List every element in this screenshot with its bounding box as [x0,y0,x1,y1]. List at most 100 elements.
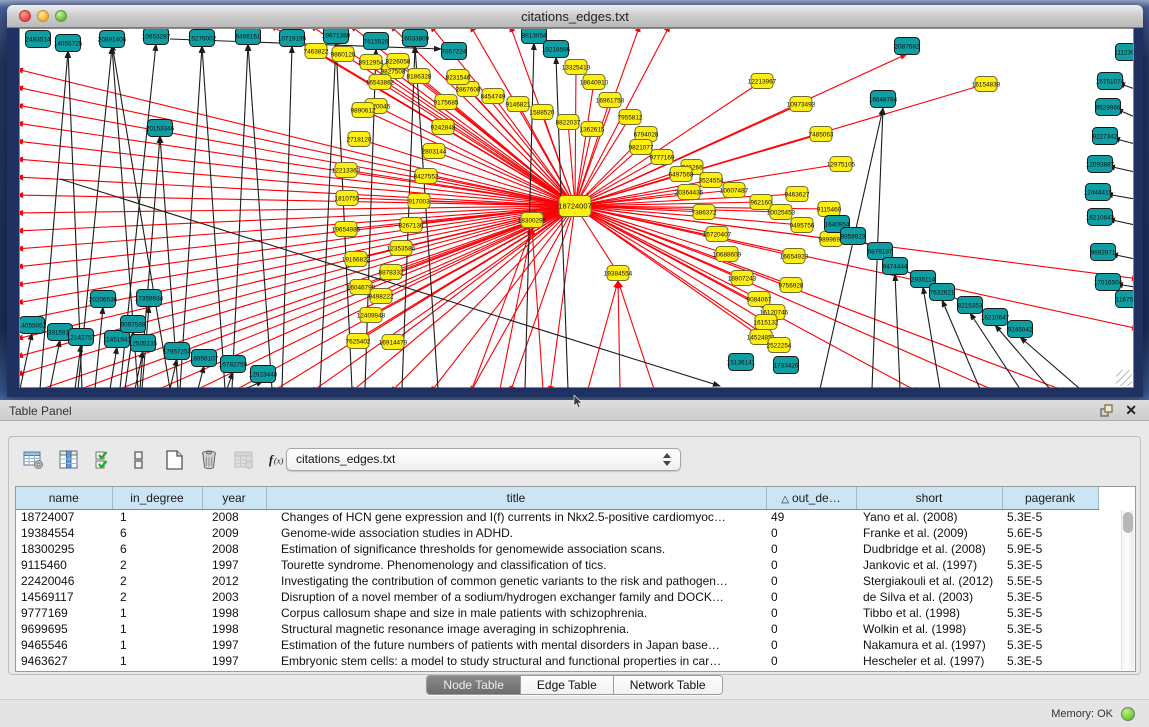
citation-edge-red[interactable] [532,228,543,388]
column-header-year[interactable]: year [202,487,266,509]
cell-in_degree[interactable]: 1 [112,605,202,621]
citation-edge-red[interactable] [588,281,618,388]
cell-title[interactable]: Embryonic stem cells: a model to study s… [266,653,766,669]
column-header-pagerank[interactable]: pagerank [1002,487,1098,509]
float-panel-icon[interactable] [1100,404,1113,417]
cell-pagerank[interactable]: 5.3E-5 [1002,621,1098,637]
stacked-squares-button[interactable] [128,449,150,471]
cell-year[interactable]: 1997 [202,637,266,653]
cell-year[interactable]: 2008 [202,509,266,525]
cell-pagerank[interactable]: 5.9E-5 [1002,541,1098,557]
table-vertical-scrollbar[interactable] [1121,510,1134,670]
citation-edge-black[interactable] [180,46,202,388]
citation-edge-red[interactable] [20,206,575,357]
cell-short[interactable]: Yano et al. (2008) [856,509,1002,525]
citation-edge-red[interactable] [575,206,794,256]
cell-name[interactable]: 14569117 [16,589,112,605]
node-table[interactable]: namein_degreeyeartitle△out_de…shortpager… [15,486,1136,672]
scrollbar-thumb[interactable] [1123,512,1133,533]
cell-in_degree[interactable]: 6 [112,541,202,557]
citation-edge-black[interactable] [282,46,292,388]
citation-edge-black[interactable] [170,359,177,388]
show-columns-button[interactable] [58,449,80,471]
cell-pagerank[interactable]: 5.3E-5 [1002,557,1098,573]
cell-out_degree[interactable]: 49 [766,509,856,525]
table-row[interactable]: 911546021997Tourette syndrome. Phenomeno… [16,557,1098,573]
citation-edge-black[interactable] [20,333,32,388]
table-row[interactable]: 946554611997Estimation of the future num… [16,637,1098,653]
citation-edge-black[interactable] [1020,337,1080,388]
cell-year[interactable]: 1998 [202,605,266,621]
cell-year[interactable]: 2008 [202,541,266,557]
cell-in_degree[interactable]: 2 [112,589,202,605]
citation-edge-black[interactable] [923,287,940,388]
table-selector-dropdown[interactable]: citations_edges.txt [286,448,681,471]
column-header-in_degree[interactable]: in_degree [112,487,202,509]
cell-name[interactable]: 18300295 [16,541,112,557]
cell-short[interactable]: Franke et al. (2009) [856,525,1002,541]
cell-pagerank[interactable]: 5.3E-5 [1002,509,1098,525]
citation-edge-black[interactable] [895,274,900,388]
cell-short[interactable]: Tibbo et al. (1998) [856,605,1002,621]
citation-edge-red[interactable] [575,206,774,312]
cell-title[interactable]: Estimation of the future numbers of pati… [266,637,766,653]
citation-edge-red[interactable] [20,105,575,206]
table-row[interactable]: 946362711997Embryonic stem cells: a mode… [16,653,1098,669]
citation-edge-red[interactable] [618,281,654,388]
table-row[interactable]: 2242004622012Investigating the contribut… [16,573,1098,589]
cell-year[interactable]: 2012 [202,573,266,589]
delete-table-disabled-button[interactable] [233,449,255,471]
cell-out_degree[interactable]: 0 [766,557,856,573]
cell-year[interactable]: 2009 [202,525,266,541]
citation-edge-red[interactable] [618,281,620,388]
cell-name[interactable]: 9465546 [16,637,112,653]
cell-pagerank[interactable]: 5.6E-5 [1002,525,1098,541]
cell-title[interactable]: Tourette syndrome. Phenomenology and cla… [266,557,766,573]
table-row[interactable]: 1830029562008Estimation of significance … [16,541,1098,557]
tab-edge-table[interactable]: Edge Table [521,676,614,694]
cell-name[interactable]: 9699695 [16,621,112,637]
tab-network-table[interactable]: Network Table [614,676,722,694]
cell-in_degree[interactable]: 6 [112,525,202,541]
cell-out_degree[interactable]: 0 [766,573,856,589]
tab-node-table[interactable]: Node Table [427,676,521,694]
citation-edge-black[interactable] [198,366,204,388]
table-settings-button[interactable] [23,449,45,471]
cell-in_degree[interactable]: 2 [112,573,202,589]
cell-year[interactable]: 2003 [202,589,266,605]
cell-out_degree[interactable]: 0 [766,605,856,621]
network-graph-canvas[interactable]: 1332541918640910169617587955812136261588… [19,28,1134,388]
citation-edge-red[interactable] [20,206,575,303]
column-header-short[interactable]: short [856,487,1002,509]
cell-out_degree[interactable]: 0 [766,541,856,557]
create-column-button[interactable] [163,449,185,471]
cell-name[interactable]: 22420046 [16,573,112,589]
cell-year[interactable]: 1997 [202,653,266,669]
cell-in_degree[interactable]: 1 [112,621,202,637]
cell-out_degree[interactable]: 0 [766,637,856,653]
citation-edge-red[interactable] [20,87,575,206]
cell-year[interactable]: 1998 [202,621,266,637]
cell-short[interactable]: de Silva et al. (2003) [856,589,1002,605]
resize-grip-icon[interactable] [1116,370,1132,386]
cell-title[interactable]: Genome-wide association studies in ADHD. [266,525,766,541]
select-columns-checks-button[interactable] [93,449,115,471]
cell-short[interactable]: Nakamura et al. (1997) [856,637,1002,653]
delete-column-button[interactable] [198,449,220,471]
cell-year[interactable]: 1997 [202,557,266,573]
cell-short[interactable]: Hescheler et al. (1997) [856,653,1002,669]
citation-edge-red[interactable] [568,122,575,206]
table-row[interactable]: 1938455462009Genome-wide association stu… [16,525,1098,541]
citation-edge-red[interactable] [20,206,575,285]
citation-edge-black[interactable] [232,44,248,388]
cell-title[interactable]: Estimation of significance thresholds fo… [266,541,766,557]
cell-in_degree[interactable]: 1 [112,653,202,669]
citation-edge-red[interactable] [20,159,575,206]
citation-edge-red[interactable] [575,67,576,206]
cell-pagerank[interactable]: 5.3E-5 [1002,653,1098,669]
citation-edge-black[interactable] [202,46,225,388]
cell-out_degree[interactable]: 0 [766,621,856,637]
table-row[interactable]: 969969511998Structural magnetic resonanc… [16,621,1098,637]
cell-out_degree[interactable]: 0 [766,589,856,605]
cell-pagerank[interactable]: 5.5E-5 [1002,573,1098,589]
